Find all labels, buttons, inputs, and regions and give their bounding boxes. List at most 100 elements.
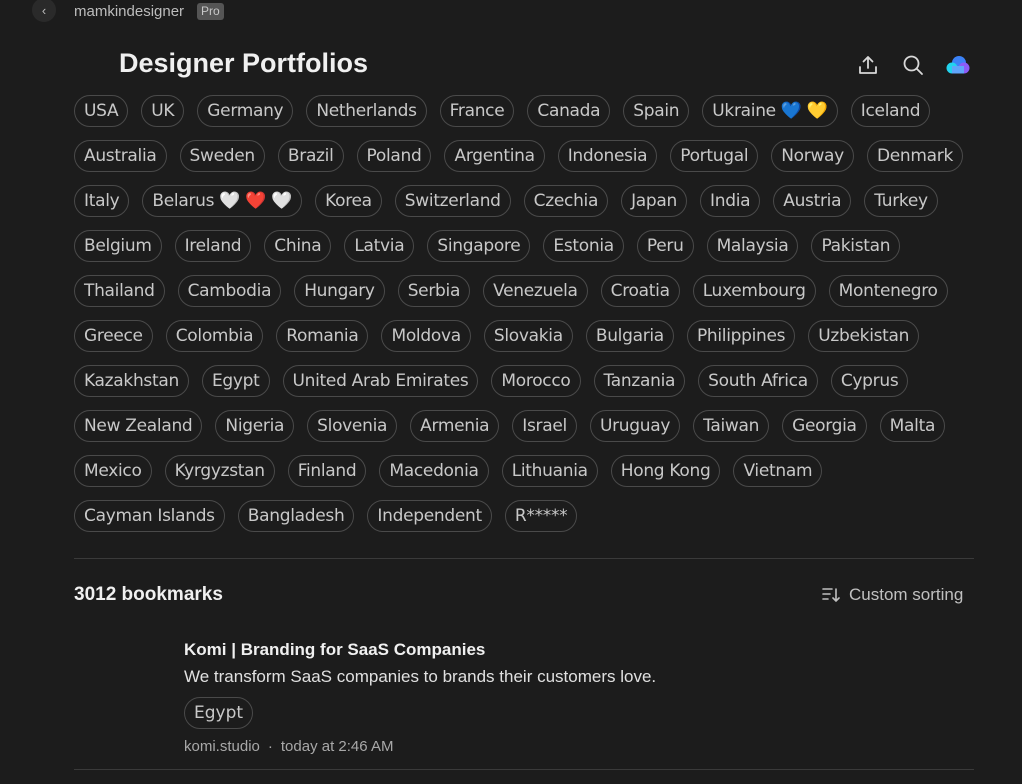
tag-filter[interactable]: Serbia xyxy=(397,275,471,307)
share-upload-icon xyxy=(859,56,877,74)
tag-filter[interactable]: Latvia xyxy=(344,230,415,262)
tag-filter[interactable]: Australia xyxy=(74,140,167,172)
owner-name[interactable]: mamkindesigner xyxy=(74,3,184,20)
bookmark-description: We transform SaaS companies to brands th… xyxy=(184,667,657,686)
tag-filter-list: USA UK Germany Netherlands France Canada Spain… xyxy=(74,95,978,532)
tag-filter[interactable]: Moldova xyxy=(381,320,471,352)
tag-filter[interactable]: Taiwan xyxy=(693,410,770,442)
tag-filter[interactable]: Belarus 🤍 ❤️ 🤍 xyxy=(142,185,303,217)
tag-filter[interactable]: Malta xyxy=(879,410,946,442)
tag-filter[interactable]: Uruguay xyxy=(589,410,681,442)
tag-filter[interactable]: Estonia xyxy=(543,230,624,262)
tag-filter[interactable]: USA xyxy=(74,95,129,127)
tag-filter[interactable]: Spain xyxy=(623,95,690,127)
back-button[interactable]: ‹ xyxy=(32,0,56,22)
tag-filter[interactable]: Mexico xyxy=(74,455,152,487)
bookmark-tag[interactable]: Egypt xyxy=(184,697,254,729)
bookmark-meta: komi.studio · today at 2:46 AM xyxy=(184,738,974,755)
tag-filter[interactable]: Thailand xyxy=(74,275,165,307)
tag-filter[interactable]: France xyxy=(439,95,515,127)
tag-filter[interactable]: Argentina xyxy=(444,140,545,172)
tag-filter[interactable]: Hungary xyxy=(294,275,385,307)
tag-filter[interactable]: Romania xyxy=(276,320,369,352)
tag-filter[interactable]: Kazakhstan xyxy=(74,365,189,397)
bookmark-item[interactable]: Komi | Branding for SaaS Companies We tr… xyxy=(184,640,974,755)
tag-filter[interactable]: South Africa xyxy=(698,365,818,397)
tag-filter[interactable]: Venezuela xyxy=(483,275,588,307)
tag-filter[interactable]: Montenegro xyxy=(828,275,948,307)
tag-filter[interactable]: Canada xyxy=(527,95,611,127)
tag-filter[interactable]: China xyxy=(264,230,332,262)
tag-filter[interactable]: Korea xyxy=(315,185,382,217)
tag-filter[interactable]: Slovenia xyxy=(307,410,398,442)
tag-filter[interactable]: Vietnam xyxy=(733,455,823,487)
tag-filter[interactable]: Cambodia xyxy=(177,275,282,307)
tag-filter[interactable]: Indonesia xyxy=(557,140,658,172)
tag-filter[interactable]: Israel xyxy=(512,410,577,442)
tag-filter[interactable]: Denmark xyxy=(866,140,963,172)
tag-filter[interactable]: Armenia xyxy=(410,410,500,442)
tag-filter[interactable]: Czechia xyxy=(523,185,609,217)
tag-filter[interactable]: New Zealand xyxy=(74,410,203,442)
tag-filter[interactable]: Independent xyxy=(367,500,492,532)
bookmark-title[interactable]: Komi | Branding for SaaS Companies xyxy=(184,640,974,660)
tag-filter[interactable]: Nigeria xyxy=(215,410,295,442)
tag-filter[interactable]: Georgia xyxy=(782,410,867,442)
tag-filter[interactable]: Peru xyxy=(636,230,694,262)
tag-filter[interactable]: Luxembourg xyxy=(692,275,816,307)
share-button[interactable] xyxy=(855,52,881,78)
tag-filter[interactable]: Kyrgyzstan xyxy=(164,455,275,487)
bookmark-count: 3012 bookmarks xyxy=(74,584,223,605)
tag-filter[interactable]: Japan xyxy=(621,185,688,217)
tag-filter[interactable]: Brazil xyxy=(277,140,344,172)
tag-filter[interactable]: Egypt xyxy=(201,365,270,397)
meta-separator: · xyxy=(267,738,273,755)
tag-filter[interactable]: Sweden xyxy=(179,140,265,172)
tag-filter[interactable]: Turkey xyxy=(864,185,938,217)
tag-filter[interactable]: Germany xyxy=(197,95,294,127)
tag-filter[interactable]: Lithuania xyxy=(501,455,598,487)
tag-filter[interactable]: Norway xyxy=(771,140,854,172)
tag-filter[interactable]: Bulgaria xyxy=(585,320,674,352)
tag-filter[interactable]: Belgium xyxy=(74,230,162,262)
tag-filter[interactable]: United Arab Emirates xyxy=(282,365,479,397)
tag-filter[interactable]: Croatia xyxy=(600,275,680,307)
bookmark-domain[interactable]: komi.studio xyxy=(184,738,260,755)
tag-filter[interactable]: Singapore xyxy=(427,230,531,262)
tag-filter[interactable]: Hong Kong xyxy=(610,455,721,487)
tag-filter[interactable]: Slovakia xyxy=(483,320,573,352)
tag-filter[interactable]: Finland xyxy=(287,455,367,487)
tag-filter[interactable]: Philippines xyxy=(686,320,796,352)
search-button[interactable] xyxy=(900,52,926,78)
tag-filter[interactable]: Colombia xyxy=(165,320,264,352)
tag-filter[interactable]: India xyxy=(700,185,761,217)
tag-filter[interactable]: Morocco xyxy=(491,365,581,397)
tag-filter[interactable]: Macedonia xyxy=(379,455,489,487)
tag-filter[interactable]: Cyprus xyxy=(830,365,909,397)
tag-filter[interactable]: Cayman Islands xyxy=(74,500,225,532)
tag-filter[interactable]: Switzerland xyxy=(394,185,511,217)
tag-filter[interactable]: Greece xyxy=(74,320,153,352)
tag-filter[interactable]: Uzbekistan xyxy=(808,320,920,352)
sort-button[interactable]: Custom sorting xyxy=(822,585,963,605)
chevron-left-icon: ‹ xyxy=(41,2,47,18)
tag-filter[interactable]: Italy xyxy=(74,185,130,217)
top-bar: ‹ mamkindesigner Pro xyxy=(0,0,1022,24)
app-button[interactable] xyxy=(945,52,971,78)
tag-filter[interactable]: UK xyxy=(141,95,185,127)
tag-filter[interactable]: Bangladesh xyxy=(237,500,355,532)
tag-filter[interactable]: Austria xyxy=(773,185,852,217)
tag-filter[interactable]: Tanzania xyxy=(593,365,686,397)
tag-filter[interactable]: Ukraine 💙 💛 xyxy=(702,95,838,127)
tag-filter[interactable]: Iceland xyxy=(850,95,931,127)
tag-filter[interactable]: Portugal xyxy=(670,140,759,172)
tag-filter[interactable]: Netherlands xyxy=(306,95,427,127)
tag-filter[interactable]: Pakistan xyxy=(811,230,901,262)
tag-filter[interactable]: Malaysia xyxy=(706,230,799,262)
tag-filter[interactable]: R***** xyxy=(504,500,578,532)
divider xyxy=(74,558,974,559)
tag-filter[interactable]: Ireland xyxy=(174,230,252,262)
sort-icon xyxy=(822,588,840,603)
cloud-app-icon xyxy=(946,56,970,74)
tag-filter[interactable]: Poland xyxy=(356,140,432,172)
